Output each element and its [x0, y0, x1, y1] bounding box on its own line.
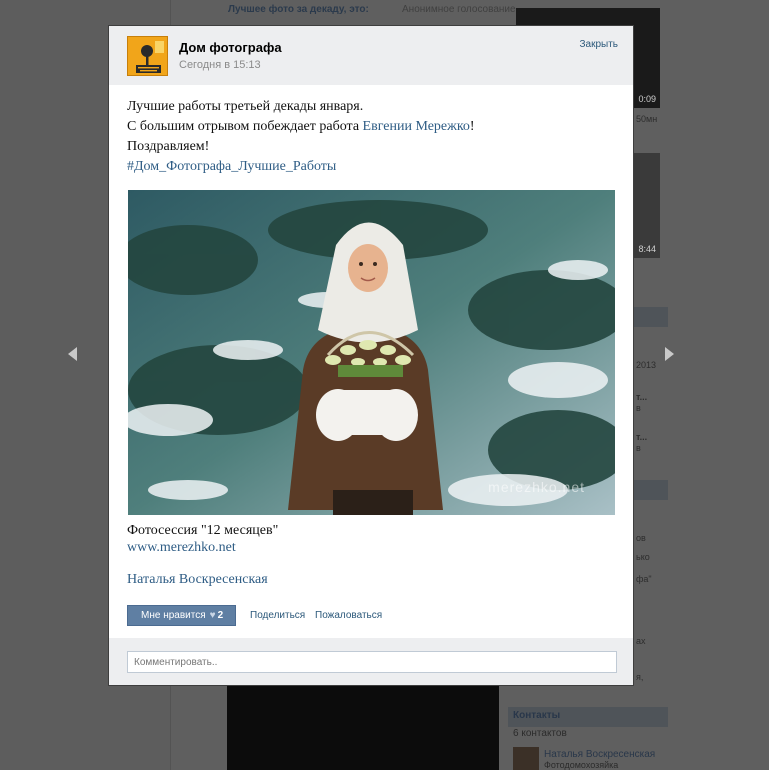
community-avatar[interactable] — [127, 36, 168, 76]
caption-url-link[interactable]: www.merezhko.net — [127, 540, 236, 556]
post-text-fragment: С большим отрывом побеждает работа — [127, 119, 363, 134]
background-feed-title: Лучшее фото за декаду, это: — [228, 4, 369, 15]
photo-watermark: merezhko.net — [488, 479, 585, 495]
like-count: 2 — [217, 610, 224, 621]
video-duration: 0:09 — [638, 94, 656, 104]
background-text-fragment: 2013 — [636, 360, 657, 370]
background-text-fragment: я, — [636, 672, 644, 682]
background-text-fragment: ах — [636, 636, 646, 646]
background-text-fragment: в — [636, 443, 641, 453]
contact-role: Фотодомохозяйка — [544, 760, 619, 770]
heart-icon: ♥ — [209, 610, 216, 621]
post-text-line: Лучшие работы третьей декады января. — [127, 99, 364, 114]
background-text-fragment: ов — [636, 533, 646, 543]
photographer-link[interactable]: Евгении Мережко — [363, 119, 470, 134]
community-name[interactable]: Дом фотографа — [179, 40, 282, 55]
background-dark-photo — [227, 686, 499, 770]
post-photo[interactable]: merezhko.net — [128, 190, 615, 515]
background-text-fragment: т... — [636, 392, 648, 402]
report-button[interactable]: Пожаловаться — [315, 610, 382, 621]
background-text-fragment: ько — [636, 552, 650, 562]
post-text-line: С большим отрывом побеждает работа Евген… — [127, 117, 617, 137]
like-label: Мне нравится — [141, 610, 206, 621]
contact-name[interactable]: Наталья Воскресенская — [544, 749, 655, 760]
hashtag-link[interactable]: #Дом_Фотографа_Лучшие_Работы — [127, 157, 617, 177]
photo-caption: Фотосессия "12 месяцев" — [127, 523, 279, 538]
comment-area — [109, 638, 633, 685]
post-text-line: Поздравляем! — [127, 139, 210, 154]
post-header: Дом фотографа Сегодня в 15:13 Закрыть — [109, 26, 633, 85]
comment-input[interactable] — [127, 651, 617, 673]
post-timestamp[interactable]: Сегодня в 15:13 — [179, 59, 261, 71]
background-text-fragment: т... — [636, 432, 648, 442]
video-duration: 8:44 — [638, 244, 656, 254]
post-text-fragment: ! — [469, 119, 475, 134]
share-button[interactable]: Поделиться — [250, 610, 305, 621]
background-text-fragment: в — [636, 403, 641, 413]
close-button[interactable]: Закрыть — [579, 39, 618, 50]
background-text-fragment: 50мн — [636, 114, 658, 124]
post-modal: Дом фотографа Сегодня в 15:13 Закрыть Лу… — [108, 25, 634, 686]
author-link[interactable]: Наталья Воскресенская — [127, 572, 268, 588]
background-feed-subtitle: Анонимное голосование — [402, 4, 516, 15]
contacts-count: 6 контактов — [513, 728, 567, 739]
chevron-right-icon[interactable] — [664, 346, 676, 362]
contacts-title[interactable]: Контакты — [513, 710, 560, 721]
like-button[interactable]: Мне нравится ♥ 2 — [127, 605, 236, 626]
post-text: Лучшие работы третьей декады января. С б… — [127, 97, 617, 177]
contact-avatar[interactable] — [513, 747, 539, 770]
background-text-fragment: фа" — [636, 574, 652, 584]
chevron-left-icon[interactable] — [66, 346, 78, 362]
